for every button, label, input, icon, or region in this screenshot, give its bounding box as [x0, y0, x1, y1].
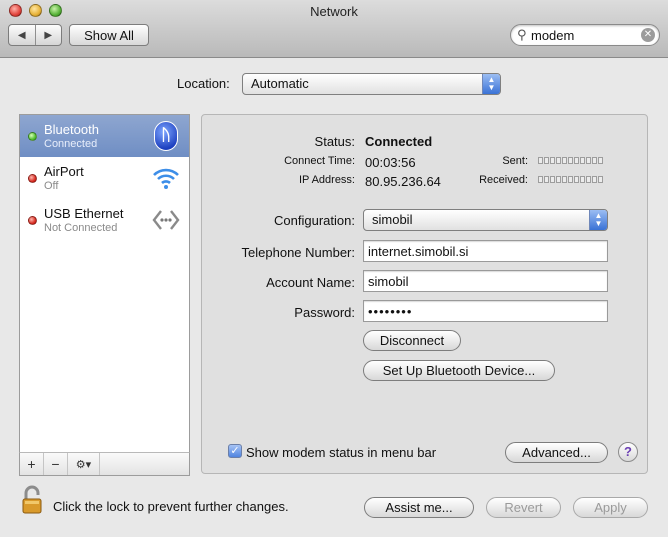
status-label: Status:: [314, 134, 355, 149]
back-arrow-icon: ◀: [17, 29, 26, 41]
lock-message: Click the lock to prevent further change…: [53, 499, 289, 514]
telephone-number-field[interactable]: internet.simobil.si: [363, 240, 608, 262]
status-value: Connected: [365, 134, 433, 149]
account-name-field[interactable]: simobil: [363, 270, 608, 292]
sent-label: Sent:: [502, 155, 528, 167]
connect-time-value: 00:03:56: [365, 155, 416, 170]
bluetooth-icon: ᚢ: [151, 121, 181, 151]
back-forward-control: ◀ ▶: [8, 24, 62, 46]
configuration-value: simobil: [372, 212, 413, 227]
window-title: Network: [310, 4, 358, 19]
service-name: Bluetooth: [44, 122, 99, 137]
received-label: Received:: [479, 174, 528, 186]
password-label: Password:: [294, 305, 355, 320]
account-name-label: Account Name:: [266, 275, 355, 290]
forward-arrow-icon: ▶: [44, 29, 53, 41]
service-status: Not Connected: [44, 222, 118, 234]
location-popup[interactable]: Automatic ▲ ▼: [242, 73, 501, 95]
location-label: Location:: [177, 76, 230, 91]
ip-address-label: IP Address:: [298, 174, 355, 186]
service-status: Off: [44, 180, 59, 192]
service-name: USB Ethernet: [44, 206, 124, 221]
lock-icon[interactable]: [20, 485, 44, 515]
service-list-toolbar: + − ⚙▾: [19, 452, 190, 476]
service-list: Bluetooth Connected ᚢ AirPort Off USB Et…: [19, 114, 190, 476]
ip-address-value: 80.95.236.64: [365, 174, 441, 189]
wifi-icon: [151, 163, 181, 193]
service-status: Connected: [44, 138, 98, 150]
search-field[interactable]: ⚲ modem ✕: [510, 24, 660, 46]
setup-bluetooth-device-button[interactable]: Set Up Bluetooth Device...: [363, 360, 555, 381]
password-field[interactable]: ••••••••: [363, 300, 608, 322]
back-button[interactable]: ◀: [9, 25, 35, 45]
received-meter: [538, 176, 603, 183]
telephone-number-label: Telephone Number:: [241, 245, 355, 260]
ethernet-icon: [151, 205, 181, 235]
search-input[interactable]: modem: [531, 28, 574, 43]
sent-meter: [538, 157, 603, 164]
clear-search-icon[interactable]: ✕: [641, 28, 655, 42]
show-modem-status-label: Show modem status in menu bar: [246, 445, 437, 460]
search-icon: ⚲: [517, 27, 527, 42]
assist-me-button[interactable]: Assist me...: [364, 497, 474, 518]
disconnect-button[interactable]: Disconnect: [363, 330, 461, 351]
status-dot-disconnected-icon: [28, 216, 37, 225]
show-modem-status-checkbox[interactable]: ✓: [228, 444, 242, 458]
help-button[interactable]: ?: [618, 442, 638, 462]
configuration-label: Configuration:: [274, 213, 355, 228]
service-item-airport[interactable]: AirPort Off: [20, 157, 189, 199]
status-dot-off-icon: [28, 174, 37, 183]
status-dot-connected-icon: [28, 132, 37, 141]
popup-arrows-icon: ▲ ▼: [482, 74, 500, 94]
advanced-button[interactable]: Advanced...: [505, 442, 608, 463]
location-value: Automatic: [251, 76, 309, 91]
popup-arrows-icon: ▲ ▼: [589, 210, 607, 230]
add-service-button[interactable]: +: [20, 453, 44, 475]
show-all-button[interactable]: Show All: [69, 24, 149, 46]
revert-button[interactable]: Revert: [486, 497, 561, 518]
service-item-bluetooth[interactable]: Bluetooth Connected ᚢ: [20, 115, 189, 157]
apply-button[interactable]: Apply: [573, 497, 648, 518]
remove-service-button[interactable]: −: [44, 453, 68, 475]
detail-pane: [201, 114, 648, 474]
connect-time-label: Connect Time:: [284, 155, 355, 167]
forward-button[interactable]: ▶: [34, 25, 62, 45]
action-menu-button[interactable]: ⚙▾: [68, 453, 100, 475]
service-item-usb-ethernet[interactable]: USB Ethernet Not Connected: [20, 199, 189, 241]
configuration-popup[interactable]: simobil ▲ ▼: [363, 209, 608, 231]
service-name: AirPort: [44, 164, 84, 179]
